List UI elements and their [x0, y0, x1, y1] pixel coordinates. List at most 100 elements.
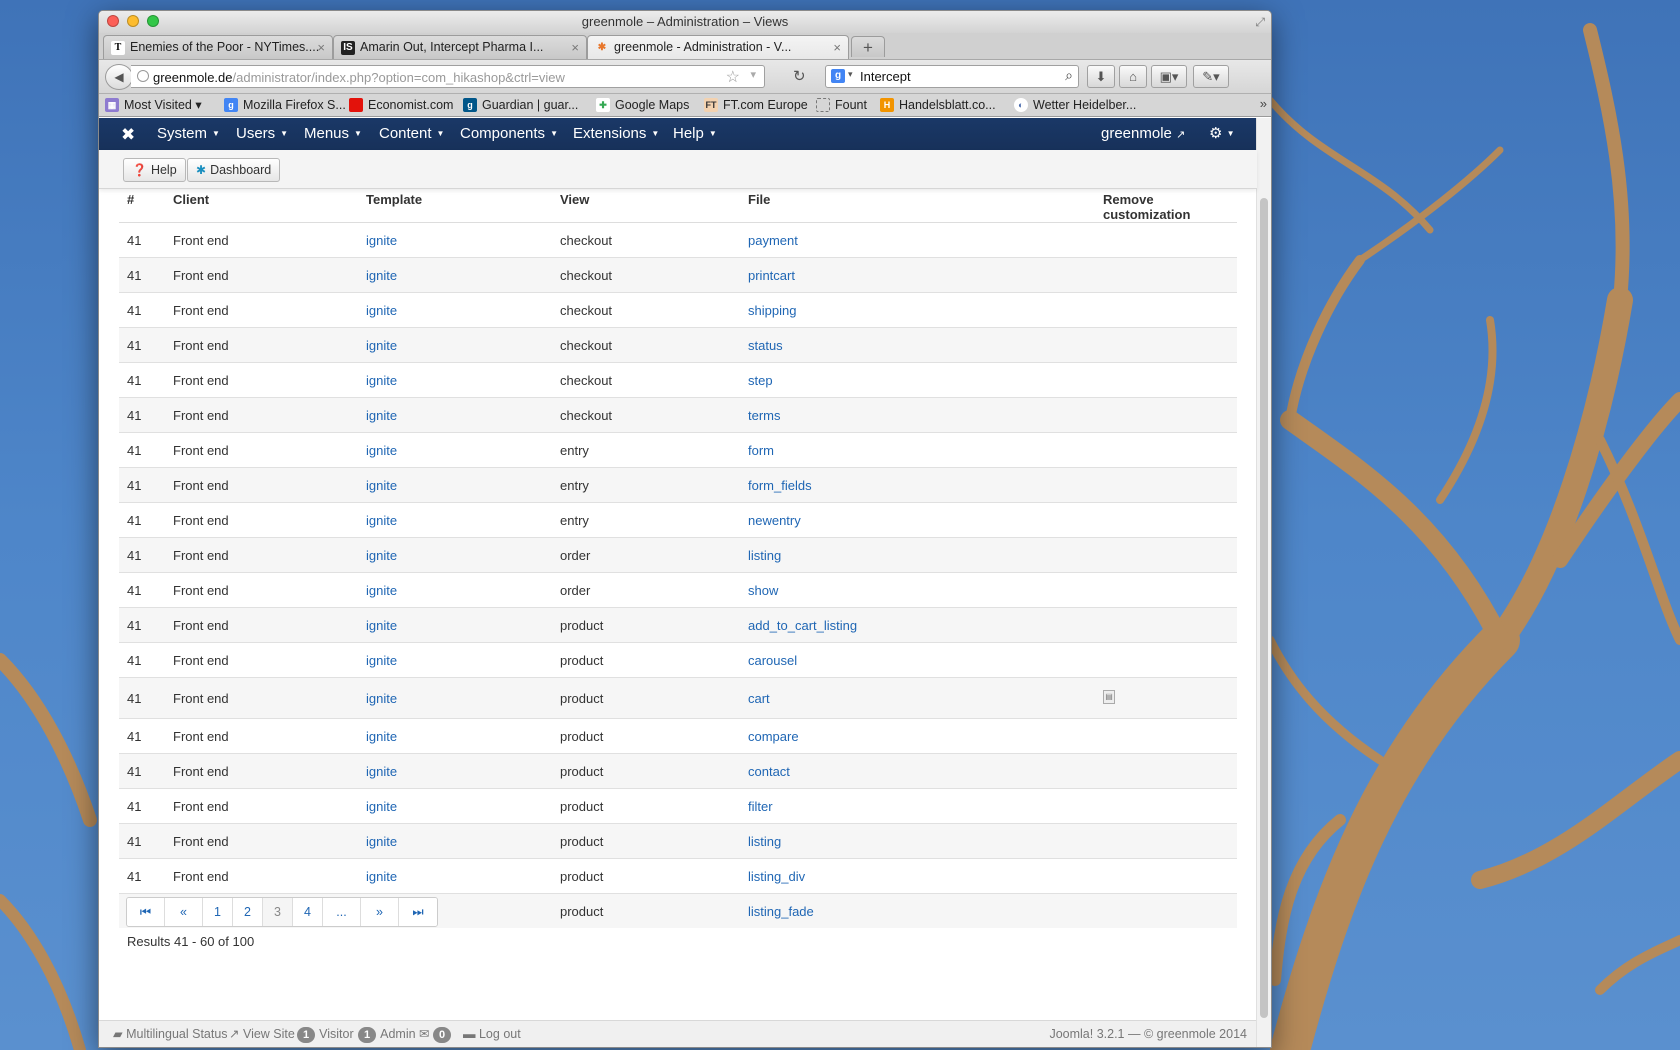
file-link[interactable]: payment [748, 233, 798, 248]
home-button[interactable]: ⌂ [1119, 65, 1147, 88]
file-link[interactable]: cart [748, 691, 770, 706]
page-scrollbar[interactable] [1256, 118, 1271, 1047]
menu-content[interactable]: Content ▼ [379, 118, 444, 150]
remove-customization-icon[interactable]: ▤ [1103, 690, 1115, 704]
admin-status[interactable]: 1 Admin [358, 1021, 416, 1047]
downloads-button[interactable]: ⬇ [1087, 65, 1115, 88]
template-link[interactable]: ignite [366, 233, 397, 248]
file-link[interactable]: status [748, 338, 783, 353]
file-link[interactable]: carousel [748, 653, 797, 668]
file-link[interactable]: terms [748, 408, 781, 423]
menu-users[interactable]: Users ▼ [236, 118, 288, 150]
menu-system[interactable]: System ▼ [157, 118, 220, 150]
addon-button[interactable]: ✎▾ [1193, 65, 1229, 88]
col-file[interactable]: File [740, 192, 1095, 223]
bookmark-google-maps[interactable]: ✚ Google Maps [596, 97, 689, 113]
file-link[interactable]: filter [748, 799, 773, 814]
messages-status[interactable]: ✉ 0 [419, 1021, 455, 1047]
reload-icon[interactable]: ↻ [793, 67, 806, 85]
file-link[interactable]: printcart [748, 268, 795, 283]
gear-icon[interactable]: ⚙ ▼ [1209, 118, 1235, 150]
bookmark-most-visited[interactable]: ▦ Most Visited ▾ [105, 97, 202, 113]
multilingual-status-link[interactable]: ▰ Multilingual Status [113, 1021, 228, 1047]
file-link[interactable]: contact [748, 764, 790, 779]
visitor-status[interactable]: 1 Visitor [297, 1021, 354, 1047]
bookmark-economist[interactable]: . Economist.com [349, 97, 453, 113]
template-link[interactable]: ignite [366, 478, 397, 493]
file-link[interactable]: compare [748, 729, 799, 744]
last-page-icon[interactable]: ⏭ [399, 898, 437, 926]
bookmark-handelsblatt[interactable]: H Handelsblatt.co... [880, 97, 996, 113]
template-link[interactable]: ignite [366, 513, 397, 528]
file-link[interactable]: listing [748, 548, 781, 563]
google-engine-icon[interactable]: g [831, 69, 845, 83]
template-link[interactable]: ignite [366, 653, 397, 668]
template-link[interactable]: ignite [366, 764, 397, 779]
site-identity-icon[interactable] [137, 70, 149, 82]
template-link[interactable]: ignite [366, 618, 397, 633]
bookmark-wetter[interactable]: ◐ Wetter Heidelber... [1014, 97, 1136, 113]
search-icon[interactable]: ⌕ [1065, 67, 1073, 84]
fullscreen-icon[interactable]: ⤢ [1255, 15, 1265, 29]
more-bookmarks-icon[interactable]: » [1260, 96, 1267, 111]
template-link[interactable]: ignite [366, 869, 397, 884]
close-tab-icon[interactable]: × [317, 36, 325, 59]
menu-extensions[interactable]: Extensions ▼ [573, 118, 659, 150]
template-link[interactable]: ignite [366, 799, 397, 814]
file-link[interactable]: step [748, 373, 773, 388]
history-dropdown-icon[interactable]: ▾ [750, 68, 756, 81]
back-button[interactable]: ◀ [105, 64, 133, 90]
file-link[interactable]: show [748, 583, 778, 598]
bookmark-guardian[interactable]: g Guardian | guar... [463, 97, 578, 113]
template-link[interactable]: ignite [366, 548, 397, 563]
dashboard-button[interactable]: ✱ Dashboard [187, 158, 281, 182]
first-page-icon[interactable]: ⏮ [127, 898, 165, 926]
template-link[interactable]: ignite [366, 834, 397, 849]
template-link[interactable]: ignite [366, 583, 397, 598]
file-link[interactable]: form_fields [748, 478, 812, 493]
menu-help[interactable]: Help ▼ [673, 118, 717, 150]
template-link[interactable]: ignite [366, 691, 397, 706]
template-link[interactable]: ignite [366, 443, 397, 458]
file-link[interactable]: listing_div [748, 869, 805, 884]
file-link[interactable]: listing [748, 834, 781, 849]
close-tab-icon[interactable]: × [833, 36, 841, 59]
close-window-button[interactable] [107, 15, 119, 27]
tab-intercept[interactable]: IS Amarin Out, Intercept Pharma I... × [333, 35, 587, 59]
bookmark-fount[interactable]: Fount [816, 97, 867, 113]
prev-page-icon[interactable]: « [165, 898, 203, 926]
template-link[interactable]: ignite [366, 303, 397, 318]
tab-greenmole-admin[interactable]: ✱ greenmole - Administration - V... × [587, 35, 849, 59]
page-1[interactable]: 1 [203, 898, 233, 926]
address-bar[interactable]: greenmole.de/administrator/index.php?opt… [131, 65, 765, 88]
template-link[interactable]: ignite [366, 408, 397, 423]
bookmark-ft[interactable]: FT FT.com Europe [704, 97, 808, 113]
template-link[interactable]: ignite [366, 268, 397, 283]
search-input[interactable] [860, 69, 1050, 84]
file-link[interactable]: form [748, 443, 774, 458]
next-page-icon[interactable]: » [361, 898, 399, 926]
close-tab-icon[interactable]: × [571, 36, 579, 59]
tab-nytimes[interactable]: T Enemies of the Poor - NYTimes.... × [103, 35, 333, 59]
scrollbar-thumb[interactable] [1260, 198, 1268, 1018]
menu-menus[interactable]: Menus ▼ [304, 118, 362, 150]
bookmark-firefox[interactable]: g Mozilla Firefox S... [224, 97, 346, 113]
bookmarks-menu-button[interactable]: ▣▾ [1151, 65, 1187, 88]
col-remove[interactable]: Remove customization [1095, 192, 1237, 223]
template-link[interactable]: ignite [366, 373, 397, 388]
zoom-window-button[interactable] [147, 15, 159, 27]
col-num[interactable]: # [119, 192, 165, 223]
new-tab-button[interactable]: + [851, 36, 885, 57]
engine-dropdown-icon[interactable]: ▾ [848, 69, 853, 80]
col-template[interactable]: Template [358, 192, 552, 223]
page-2[interactable]: 2 [233, 898, 263, 926]
file-link[interactable]: shipping [748, 303, 796, 318]
col-view[interactable]: View [552, 192, 740, 223]
logout-link[interactable]: ▬ Log out [463, 1021, 521, 1047]
site-link-greenmole[interactable]: greenmole ↗ [1101, 118, 1185, 151]
page-ellipsis[interactable]: ... [323, 898, 361, 926]
menu-components[interactable]: Components ▼ [460, 118, 558, 150]
template-link[interactable]: ignite [366, 729, 397, 744]
file-link[interactable]: newentry [748, 513, 801, 528]
file-link[interactable]: add_to_cart_listing [748, 618, 857, 633]
